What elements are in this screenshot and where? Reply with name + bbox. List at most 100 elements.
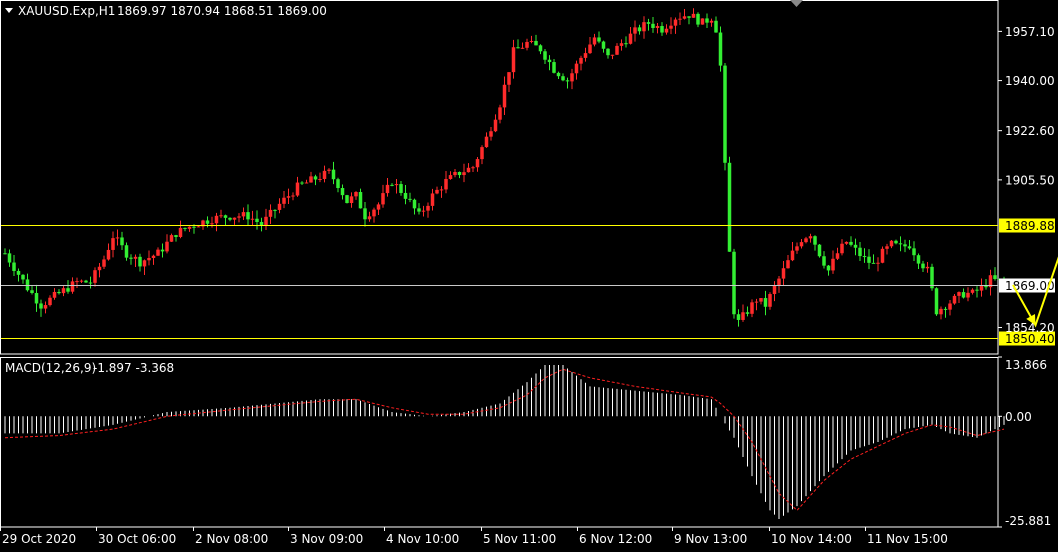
candle-body [322,170,327,179]
x-tick-label: 10 Nov 14:00 [771,532,852,546]
candle-body [385,184,390,194]
candle-body [795,246,799,251]
candle-body [354,192,358,197]
candle-body [255,218,259,222]
candle-body [831,258,835,271]
candle-body [246,212,250,220]
candle-body [912,248,916,256]
candle-body [106,249,111,260]
x-tick-label: 5 Nov 11:00 [483,532,556,546]
macd-values: -1.897 -3.368 [93,361,174,375]
candle-body [790,250,795,261]
candle-body [741,312,745,320]
candle-body [849,241,853,245]
ohlc-readout: 1869.97 1870.94 1868.51 1869.00 [117,4,327,18]
candle-body [772,285,777,295]
candle-body [183,227,187,229]
candle-body [70,281,75,292]
candle-body [439,189,444,191]
candle-body [880,248,885,263]
candle-body [264,216,268,226]
candle-body [889,240,894,247]
candle-body [610,54,615,56]
candle-body [421,210,426,212]
candle-body [700,18,705,25]
candle-body [786,260,790,269]
candle-body [372,209,376,217]
candle-body [448,175,453,179]
candle-body [169,235,174,242]
candle-body [862,256,867,258]
candle-body [66,288,70,292]
candle-body [462,172,466,176]
candle-body [142,260,147,267]
candle-body [376,204,381,210]
collapse-triangle-icon[interactable] [5,8,13,13]
candle-body [804,238,808,243]
candle-body [835,253,840,259]
candle-body [903,244,907,247]
candle-body [25,279,30,291]
candle-body [417,208,421,212]
candle-body [934,288,939,315]
candle-body [489,131,493,137]
candle-body [799,242,804,247]
candle-body [606,48,610,56]
candle-body [871,262,876,264]
x-tick-label: 29 Oct 2020 [2,532,76,546]
candle-body [124,245,129,258]
candle-body [282,197,286,204]
candle-body [570,73,574,82]
candle-body [30,290,34,294]
candle-body [952,295,957,304]
candle-body [808,236,813,239]
candle-body [894,240,898,244]
macd-y-tick-label: 0.00 [1005,410,1032,424]
chart-canvas[interactable]: XAUUSD.Exp,H1 1869.97 1870.94 1868.51 186… [0,0,1058,548]
y-tick-label: 1957.10 [1005,25,1055,39]
candle-body [826,265,831,271]
candle-body [232,217,237,220]
candle-body [331,169,336,180]
candle-body [543,51,547,60]
candle-body [696,13,700,25]
candle-body [624,43,628,45]
candle-body [556,72,561,77]
candle-body [673,19,678,26]
candle-body [7,253,12,263]
candle-body [358,192,363,209]
candle-body [457,171,462,176]
candle-body [961,292,966,298]
candle-body [291,195,295,197]
candle-body [898,243,903,245]
candle-body [394,184,399,186]
candle-body [277,203,282,210]
candle-body [687,16,691,18]
candle-body [498,107,502,120]
candle-body [561,76,565,81]
symbol-title: XAUUSD.Exp,H1 [18,4,115,18]
candle-body [511,47,516,73]
candle-body [948,303,952,310]
candle-body [768,294,772,307]
candle-body [939,308,943,315]
candle-body [466,167,471,173]
candle-body [259,221,264,226]
candle-body [484,136,489,148]
candle-body [529,40,534,42]
candle-body [565,80,570,82]
y-tick-label: 1905.50 [1005,173,1055,187]
candle-body [705,18,709,23]
candle-body [147,257,151,261]
candle-body [975,289,979,291]
candle-body [754,301,759,303]
candle-body [408,198,412,200]
candle-body [165,241,169,252]
candle-body [250,218,255,220]
candle-body [916,255,921,264]
candle-body [520,47,525,49]
candle-body [642,22,646,32]
candle-body [736,314,741,320]
scroll-marker-icon[interactable] [790,0,803,7]
candle-body [750,302,754,314]
